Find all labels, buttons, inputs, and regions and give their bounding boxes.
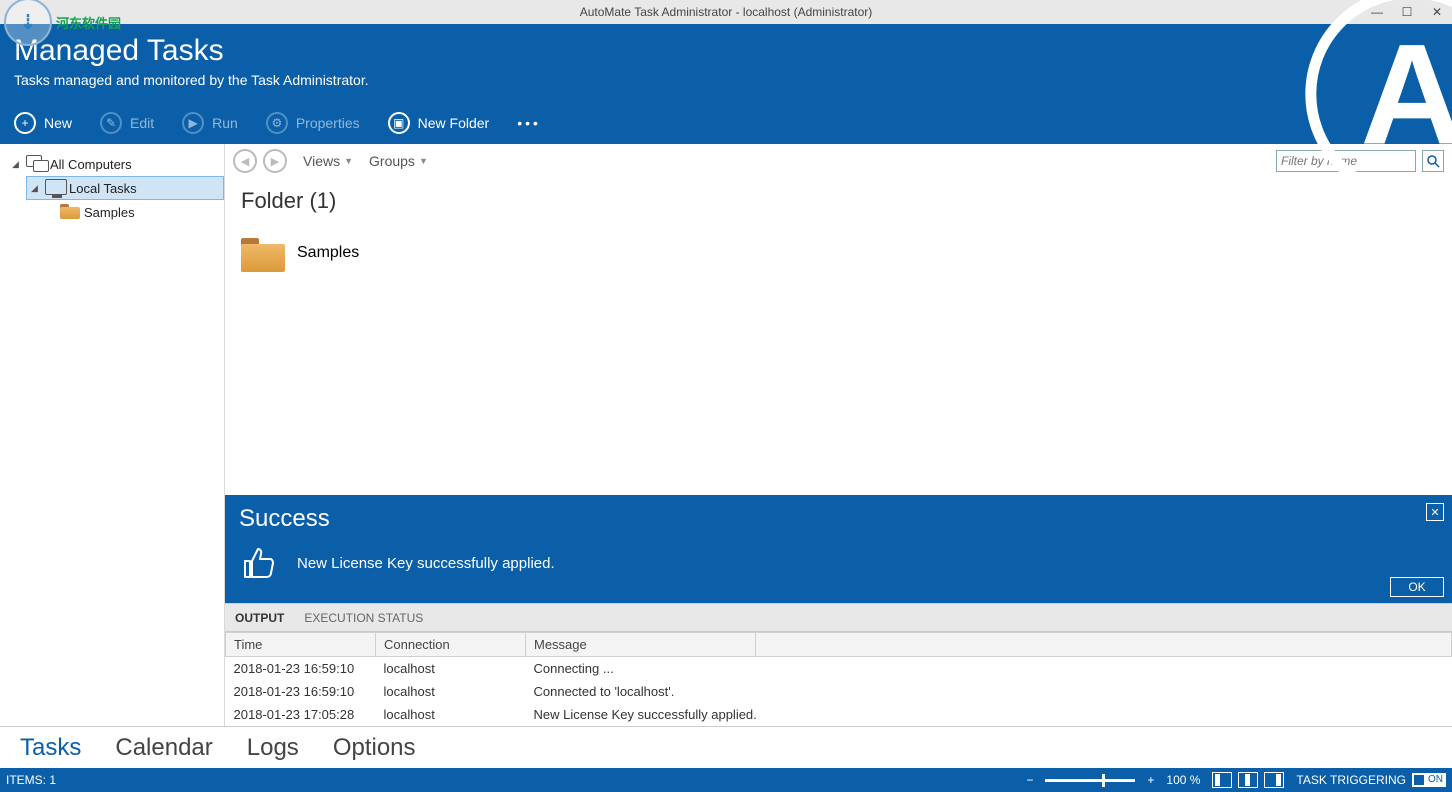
more-button[interactable]: ••• xyxy=(517,115,541,131)
tree-samples[interactable]: Samples xyxy=(56,200,224,224)
output-row[interactable]: 2018-01-23 16:59:10localhostConnecting .… xyxy=(226,657,1452,681)
folder-item-samples[interactable]: Samples xyxy=(241,234,1436,272)
page-title: Managed Tasks xyxy=(14,34,1438,68)
header: Managed Tasks Tasks managed and monitore… xyxy=(0,24,1452,144)
back-button[interactable]: ◀ xyxy=(233,149,257,173)
tree-local-tasks[interactable]: ◢ Local Tasks xyxy=(26,176,224,200)
banner-message: New License Key successfully applied. xyxy=(297,555,555,572)
nav-calendar[interactable]: Calendar xyxy=(115,734,212,762)
zoom-in-icon[interactable]: + xyxy=(1147,773,1154,787)
app-logo-icon: A xyxy=(1302,0,1452,184)
computers-icon xyxy=(26,155,46,173)
titlebar: ⇣ 河东软件园 AutoMate Task Administrator - lo… xyxy=(0,0,1452,24)
zoom-slider[interactable] xyxy=(1045,779,1135,782)
play-icon: ▶ xyxy=(182,112,204,134)
tree-panel: ◢ All Computers ◢ Local Tasks Samples xyxy=(0,144,225,726)
collapse-icon[interactable]: ◢ xyxy=(31,183,41,194)
success-banner: Success ✕ New License Key successfully a… xyxy=(225,495,1452,603)
task-triggering-label: TASK TRIGGERING xyxy=(1296,773,1406,787)
layout-button-2[interactable] xyxy=(1238,772,1258,788)
properties-button[interactable]: ⚙Properties xyxy=(266,112,360,134)
collapse-icon[interactable]: ◢ xyxy=(12,159,22,170)
gear-icon: ⚙ xyxy=(266,112,288,134)
output-row[interactable]: 2018-01-23 16:59:10localhostConnected to… xyxy=(226,680,1452,703)
banner-title: Success xyxy=(239,505,1438,533)
col-time[interactable]: Time xyxy=(226,633,376,657)
new-button[interactable]: +New xyxy=(14,112,72,134)
folder-label: Samples xyxy=(297,244,359,262)
run-button[interactable]: ▶Run xyxy=(182,112,238,134)
watermark-logo-icon: ⇣ xyxy=(4,0,52,46)
nav-tasks[interactable]: Tasks xyxy=(20,734,81,762)
tree-all-computers[interactable]: ◢ All Computers xyxy=(8,152,224,176)
status-bar: ITEMS: 1 − + 100 % TASK TRIGGERING ON xyxy=(0,768,1452,792)
new-folder-button[interactable]: ▣New Folder xyxy=(388,112,490,134)
layout-button-3[interactable] xyxy=(1264,772,1284,788)
task-triggering-toggle[interactable]: ON xyxy=(1412,773,1446,787)
edit-button[interactable]: ✎Edit xyxy=(100,112,154,134)
output-tabs: OUTPUT EXECUTION STATUS xyxy=(225,603,1452,631)
zoom-out-icon[interactable]: − xyxy=(1026,773,1033,787)
banner-ok-button[interactable]: OK xyxy=(1390,577,1444,597)
content-toolbar: ◀ ▶ Views▼ Groups▼ xyxy=(225,144,1452,178)
output-grid: Time Connection Message 2018-01-23 16:59… xyxy=(225,631,1452,726)
col-blank xyxy=(756,633,1452,657)
plus-icon: + xyxy=(14,112,36,134)
tab-output[interactable]: OUTPUT xyxy=(235,611,284,625)
banner-close-button[interactable]: ✕ xyxy=(1426,503,1444,521)
watermark: ⇣ 河东软件园 xyxy=(4,0,121,46)
chevron-down-icon: ▼ xyxy=(419,156,428,166)
groups-menu[interactable]: Groups▼ xyxy=(369,153,428,169)
nav-logs[interactable]: Logs xyxy=(247,734,299,762)
zoom-value: 100 % xyxy=(1166,773,1200,787)
layout-button-1[interactable] xyxy=(1212,772,1232,788)
thumbs-up-icon xyxy=(239,543,279,583)
views-menu[interactable]: Views▼ xyxy=(303,153,353,169)
status-items: ITEMS: 1 xyxy=(6,773,56,787)
page-subtitle: Tasks managed and monitored by the Task … xyxy=(14,72,1438,88)
content-heading: Folder (1) xyxy=(241,188,1436,214)
folder-plus-icon: ▣ xyxy=(388,112,410,134)
window-title: AutoMate Task Administrator - localhost … xyxy=(580,5,873,19)
folder-icon xyxy=(241,234,285,272)
col-connection[interactable]: Connection xyxy=(376,633,526,657)
computer-icon xyxy=(45,179,65,197)
zoom-control[interactable]: − + 100 % xyxy=(1026,773,1200,787)
output-row[interactable]: 2018-01-23 17:05:28localhostNew License … xyxy=(226,703,1452,726)
chevron-down-icon: ▼ xyxy=(344,156,353,166)
col-message[interactable]: Message xyxy=(526,633,756,657)
watermark-text: 河东软件园 xyxy=(56,13,121,32)
bottom-nav: Tasks Calendar Logs Options xyxy=(0,726,1452,768)
folder-icon xyxy=(60,203,80,221)
tab-execution-status[interactable]: EXECUTION STATUS xyxy=(304,611,423,625)
pencil-icon: ✎ xyxy=(100,112,122,134)
content-area: Folder (1) Samples xyxy=(225,178,1452,495)
nav-options[interactable]: Options xyxy=(333,734,416,762)
toolbar: +New ✎Edit ▶Run ⚙Properties ▣New Folder … xyxy=(14,112,541,134)
svg-text:A: A xyxy=(1360,15,1452,174)
forward-button[interactable]: ▶ xyxy=(263,149,287,173)
